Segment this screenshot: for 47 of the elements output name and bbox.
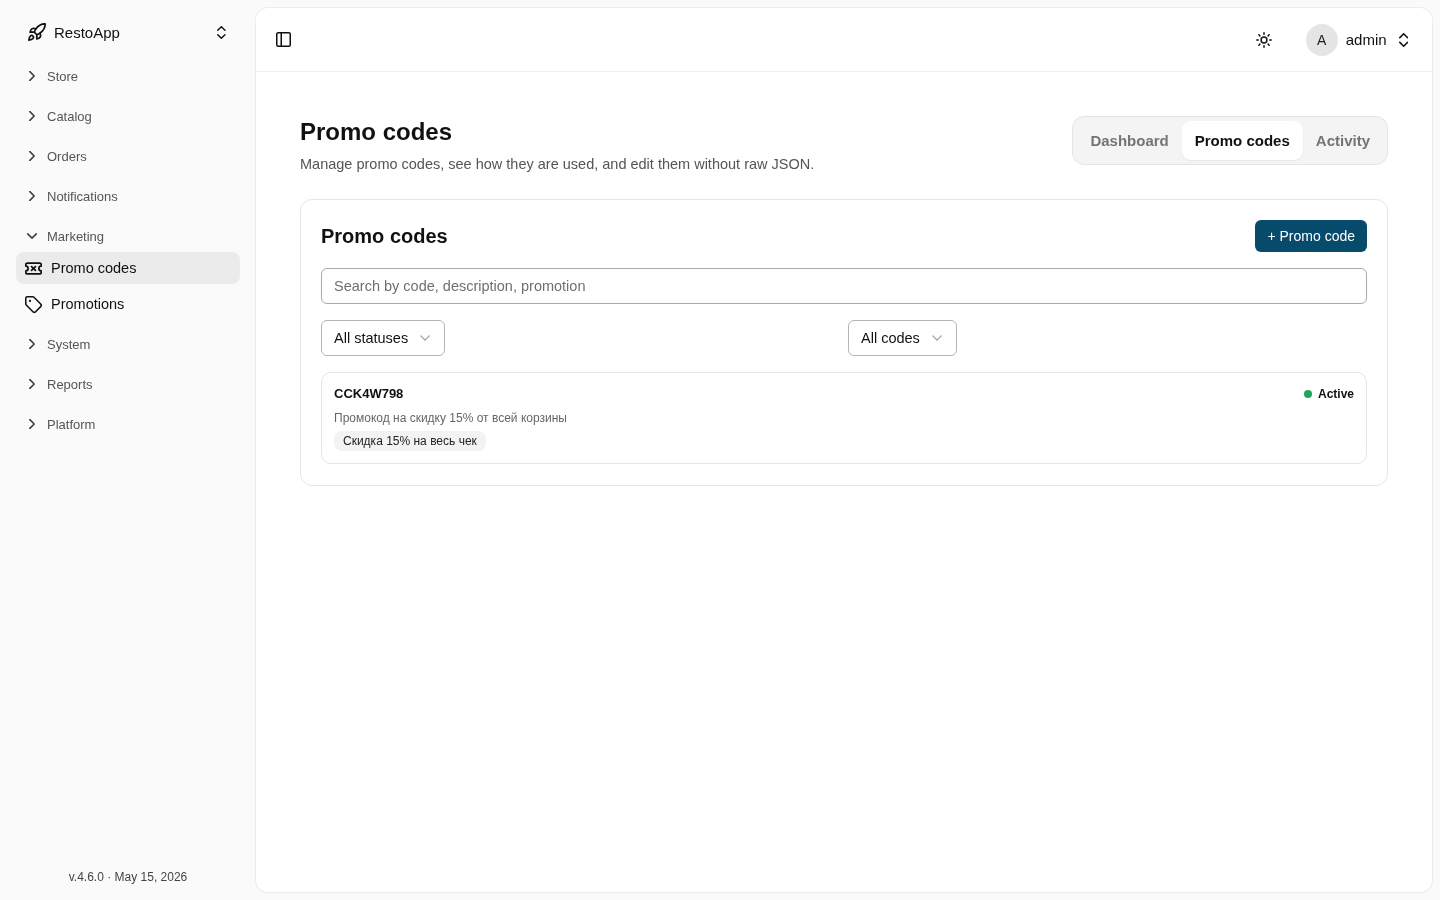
tag-icon [25,295,42,313]
chevron-right-icon [29,419,35,429]
version-text: v.4.6.0 · May 15, 2026 [67,870,189,884]
page-subtitle: Manage promo codes, see how they are used, and edit them without raw JSON. [300,155,815,174]
filter-dropdown[interactable]: All codes [848,320,957,356]
search-field[interactable]: Search by code, description, promotion [321,268,1367,304]
rocket-icon [28,23,46,41]
chevron-right-icon [29,71,35,81]
tab[interactable]: Dashboard [1077,121,1182,160]
filter-dropdown[interactable]: All statuses [321,320,446,356]
nav-section[interactable]: Platform [16,408,240,440]
avatar: A [1305,23,1338,56]
promo-description: Промокод на скидку 15% от всей корзины [334,410,567,426]
chevron-right-icon [29,151,35,161]
chevrons-up-down-icon [1398,32,1408,47]
chevron-right-icon [29,339,35,349]
sun-icon [1255,31,1272,48]
chevrons-up-down-icon [217,25,226,39]
app-switcher[interactable]: RestoApp [16,12,240,52]
promotion-tag: Скидка 15% на весь чек [334,431,486,451]
sidebar-toggle-button[interactable] [273,29,293,50]
nav-section[interactable]: Store [16,60,240,92]
promo-code: CCK4W798 [334,385,404,403]
add-promo-code-button[interactable]: + Promo code [1255,220,1367,252]
nav-item[interactable]: Promotions [16,288,240,320]
chevron-right-icon [29,379,35,389]
tab[interactable]: Activity [1302,121,1383,160]
ticket-icon [25,261,42,275]
chevron-right-icon [29,191,35,201]
page-title: Promo codes [300,117,454,147]
nav-section[interactable]: Catalog [16,100,240,132]
card-title: Promo codes [321,224,448,248]
promo-code-card[interactable]: CCK4W798 Active Промокод на скидку 15% от всей корзины Скидка 15% на весь чек [321,372,1367,464]
user-menu-button[interactable]: A admin [1305,23,1414,56]
nav-item[interactable]: Promo codes [16,252,240,284]
status-text: Active [1317,387,1354,401]
chevron-down-icon [420,335,431,341]
chevron-right-icon [29,111,35,121]
tab[interactable]: Promo codes [1181,121,1303,160]
chevron-down-icon [931,335,942,341]
nav-section[interactable]: System [16,328,240,360]
sidebar-toggle-icon [275,32,291,47]
nav-section[interactable]: Notifications [16,180,240,212]
nav-section[interactable]: Reports [16,368,240,400]
nav-section[interactable]: Orders [16,140,240,172]
chevron-down-icon [27,233,37,239]
nav-section[interactable]: Marketing [16,220,240,252]
